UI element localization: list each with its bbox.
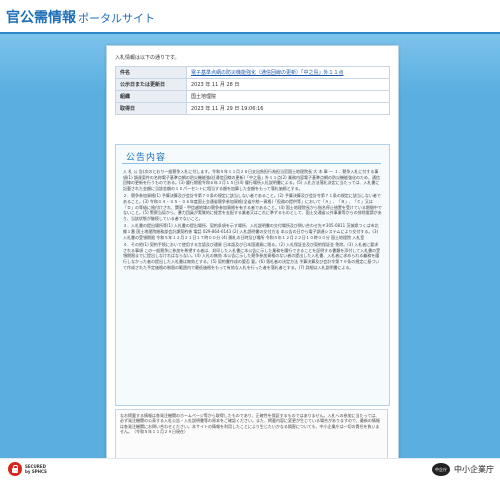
notice-divider: [122, 163, 381, 164]
notice-body[interactable]: 入 札 公 告(次のとおり一般競争入札に付します。令和５年１１月２８日支出負担行…: [123, 169, 382, 401]
lock-icon: [8, 462, 22, 476]
agency-name: 中小企業庁: [454, 465, 494, 474]
notice-panel: 公告内容 入 札 公 告(次のとおり一般競争入札に付します。令和５年１１月２８日…: [115, 144, 390, 406]
row-value-org: 国土地理院: [186, 90, 390, 103]
site-header: 官公需情報 ポータルサイト: [0, 0, 500, 34]
row-label-date: 公示日または更新日: [115, 78, 187, 91]
notice-paragraph: 入 札 公 告(次のとおり一般競争入札に付します。令和５年１１月２８日支出負担行…: [123, 169, 380, 191]
row-value-subject: 電子基準点網の防災機能強化（通信回線の更新）「中之島」外１１点: [186, 66, 390, 79]
table-row: 組織 国土地理院: [115, 90, 390, 103]
tender-info-table: 件名 電子基準点網の防災機能強化（通信回線の更新）「中之島」外１１点 公示日また…: [115, 66, 390, 115]
disclaimer-box: なお掲載する情報は各発注機関のホームページ等から取得したものであり、正確性を保証…: [115, 409, 388, 465]
agency-logo[interactable]: 中企庁 中小企業庁: [432, 463, 494, 476]
secured-line-2: by SPHCS: [25, 469, 47, 474]
secured-badge[interactable]: SECURED by SPHCS: [8, 462, 47, 476]
site-title-main: 官公需情報: [6, 10, 76, 26]
tender-detail-card: 入札情報は以下の通りです。 件名 電子基準点網の防災機能強化（通信回線の更新）「…: [106, 45, 399, 469]
agency-mark-icon: 中企庁: [432, 463, 450, 476]
site-title-sub: ポータルサイト: [78, 12, 155, 25]
secured-text: SECURED by SPHCS: [25, 464, 47, 474]
row-value-fetched: 2023 年 11 月 29 日 19:06:16: [186, 102, 390, 115]
notice-paragraph: ２．競争参加資格(1) 予算決算及び会計令第７０条の規定に該当しない者であること…: [123, 193, 382, 221]
notice-paragraph: ４．その他(1) 契約手続において使用する言語及び通貨 日本語及び日本国通貨に限…: [123, 242, 381, 270]
row-label-org: 組織: [115, 90, 187, 103]
row-value-date: 2023 年 11 月 28 日: [186, 78, 390, 91]
row-label-subject: 件名: [115, 66, 187, 79]
table-row: 件名 電子基準点網の防災機能強化（通信回線の更新）「中之島」外１１点: [115, 66, 390, 79]
table-row: 公示日または更新日 2023 年 11 月 28 日: [115, 78, 390, 91]
table-row: 取得日 2023 年 11 月 29 日 19:06:16: [115, 102, 390, 115]
intro-text: 入札情報は以下の通りです。: [115, 55, 180, 61]
row-label-fetched: 取得日: [115, 102, 187, 115]
notice-paragraph: ３．入札書の提出場所等(1) 入札書の提出場所、契約条項を示す場所、入札説明書の…: [123, 223, 379, 240]
site-logo[interactable]: 官公需情報 ポータルサイト: [6, 7, 155, 27]
site-footer: SECURED by SPHCS 中企庁 中小企業庁: [0, 458, 500, 481]
subject-link[interactable]: 電子基準点網の防災機能強化（通信回線の更新）「中之島」外１１点: [191, 70, 344, 76]
notice-title: 公告内容: [126, 153, 167, 163]
